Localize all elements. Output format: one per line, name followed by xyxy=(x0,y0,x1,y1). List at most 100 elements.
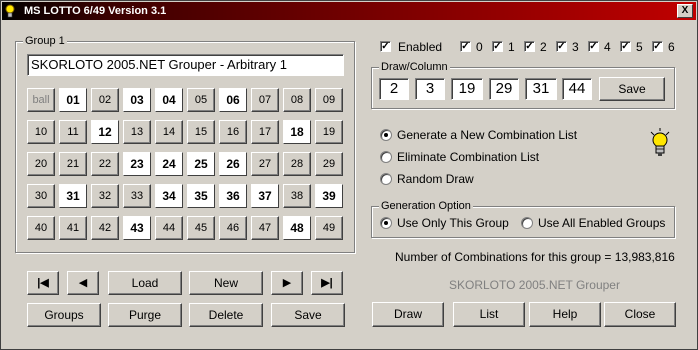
digit-checkbox-1[interactable]: ✓ xyxy=(492,41,503,52)
number-cell-17[interactable]: 17 xyxy=(251,120,279,144)
number-cell-11[interactable]: 11 xyxy=(59,120,87,144)
mode-radio[interactable] xyxy=(380,129,392,141)
list-button[interactable]: List xyxy=(453,302,525,327)
groups-button[interactable]: Groups xyxy=(27,303,101,327)
enabled-checkbox[interactable]: ✓ xyxy=(380,41,391,52)
draw-save-button[interactable]: Save xyxy=(599,77,665,101)
number-cell-26[interactable]: 26 xyxy=(219,152,247,176)
number-cell-34[interactable]: 34 xyxy=(155,184,183,208)
number-cell-07[interactable]: 07 xyxy=(251,88,279,112)
number-cell-28[interactable]: 28 xyxy=(283,152,311,176)
last-group-button[interactable]: ▶| xyxy=(311,271,343,295)
number-cell-32[interactable]: 32 xyxy=(91,184,119,208)
group-legend: Group 1 xyxy=(23,35,67,47)
number-cell-14[interactable]: 14 xyxy=(155,120,183,144)
digit-checkbox-2[interactable]: ✓ xyxy=(524,41,535,52)
number-cell-42[interactable]: 42 xyxy=(91,216,119,240)
number-cell-19[interactable]: 19 xyxy=(315,120,343,144)
generation-radio[interactable] xyxy=(380,217,392,229)
generation-radio-label: Use Only This Group xyxy=(397,216,509,230)
draw-number-field[interactable]: 2 xyxy=(379,78,409,100)
digit-checkbox-5[interactable]: ✓ xyxy=(620,41,631,52)
draw-button[interactable]: Draw xyxy=(372,302,444,327)
prev-group-button[interactable]: ◀ xyxy=(67,271,99,295)
number-cell-31[interactable]: 31 xyxy=(59,184,87,208)
first-group-button[interactable]: |◀ xyxy=(27,271,59,295)
number-cell-47[interactable]: 47 xyxy=(251,216,279,240)
digit-checkbox-label: 1 xyxy=(508,40,515,54)
number-cell-13[interactable]: 13 xyxy=(123,120,151,144)
delete-button[interactable]: Delete xyxy=(189,303,263,327)
load-button[interactable]: Load xyxy=(108,271,182,295)
number-cell-23[interactable]: 23 xyxy=(123,152,151,176)
number-cell-43[interactable]: 43 xyxy=(123,216,151,240)
draw-number-field[interactable]: 31 xyxy=(525,78,557,100)
number-cell-40[interactable]: 40 xyxy=(27,216,55,240)
close-button[interactable]: Close xyxy=(604,302,676,327)
number-cell-37[interactable]: 37 xyxy=(251,184,279,208)
number-cell-48[interactable]: 48 xyxy=(283,216,311,240)
number-cell-06[interactable]: 06 xyxy=(219,88,247,112)
new-button[interactable]: New xyxy=(189,271,263,295)
number-cell-20[interactable]: 20 xyxy=(27,152,55,176)
next-group-button[interactable]: ▶ xyxy=(271,271,303,295)
number-cell-39[interactable]: 39 xyxy=(315,184,343,208)
digit-checkbox-label: 3 xyxy=(572,40,579,54)
number-cell-12[interactable]: 12 xyxy=(91,120,119,144)
number-cell-44[interactable]: 44 xyxy=(155,216,183,240)
number-cell-25[interactable]: 25 xyxy=(187,152,215,176)
mode-radio-label: Random Draw xyxy=(397,172,474,186)
number-cell-01[interactable]: 01 xyxy=(59,88,87,112)
help-button[interactable]: Help xyxy=(529,302,601,327)
generation-radio[interactable] xyxy=(521,217,533,229)
number-cell-35[interactable]: 35 xyxy=(187,184,215,208)
number-cell-02[interactable]: 02 xyxy=(91,88,119,112)
title-bar[interactable]: MS LOTTO 6/49 Version 3.1 X xyxy=(2,2,696,20)
number-cell-18[interactable]: 18 xyxy=(283,120,311,144)
ball-toggle[interactable]: ball xyxy=(27,88,55,112)
save-group-button[interactable]: Save xyxy=(271,303,345,327)
group-name-field[interactable]: SKORLOTO 2005.NET Grouper - Arbitrary 1 xyxy=(27,54,344,76)
generation-option-legend: Generation Option xyxy=(379,200,473,212)
number-cell-41[interactable]: 41 xyxy=(59,216,87,240)
combination-count: Number of Combinations for this group = … xyxy=(395,250,675,264)
draw-number-field[interactable]: 19 xyxy=(451,78,483,100)
number-cell-24[interactable]: 24 xyxy=(155,152,183,176)
number-cell-29[interactable]: 29 xyxy=(315,152,343,176)
mode-radio[interactable] xyxy=(380,151,392,163)
number-cell-05[interactable]: 05 xyxy=(187,88,215,112)
number-cell-49[interactable]: 49 xyxy=(315,216,343,240)
digit-checkbox-0[interactable]: ✓ xyxy=(460,41,471,52)
draw-number-field[interactable]: 3 xyxy=(415,78,445,100)
mode-radio[interactable] xyxy=(380,173,392,185)
digit-checkbox-label: 5 xyxy=(636,40,643,54)
number-cell-45[interactable]: 45 xyxy=(187,216,215,240)
number-cell-10[interactable]: 10 xyxy=(27,120,55,144)
number-cell-09[interactable]: 09 xyxy=(315,88,343,112)
number-cell-21[interactable]: 21 xyxy=(59,152,87,176)
number-cell-04[interactable]: 04 xyxy=(155,88,183,112)
number-cell-30[interactable]: 30 xyxy=(27,184,55,208)
draw-number-field[interactable]: 29 xyxy=(489,78,519,100)
number-cell-33[interactable]: 33 xyxy=(123,184,151,208)
digit-checkbox-4[interactable]: ✓ xyxy=(588,41,599,52)
number-cell-46[interactable]: 46 xyxy=(219,216,247,240)
mode-radio-label: Eliminate Combination List xyxy=(397,150,540,164)
number-cell-03[interactable]: 03 xyxy=(123,88,151,112)
close-window-button[interactable]: X xyxy=(677,4,693,18)
digit-checkbox-6[interactable]: ✓ xyxy=(652,41,663,52)
draw-column-legend: Draw/Column xyxy=(379,61,450,73)
lightbulb-icon xyxy=(649,128,671,158)
digit-checkbox-3[interactable]: ✓ xyxy=(556,41,567,52)
number-cell-36[interactable]: 36 xyxy=(219,184,247,208)
draw-number-field[interactable]: 44 xyxy=(562,78,592,100)
number-cell-08[interactable]: 08 xyxy=(283,88,311,112)
number-cell-22[interactable]: 22 xyxy=(91,152,119,176)
number-cell-15[interactable]: 15 xyxy=(187,120,215,144)
digit-checkbox-label: 4 xyxy=(604,40,611,54)
number-cell-38[interactable]: 38 xyxy=(283,184,311,208)
generation-radio-label: Use All Enabled Groups xyxy=(538,216,666,230)
number-cell-27[interactable]: 27 xyxy=(251,152,279,176)
purge-button[interactable]: Purge xyxy=(108,303,182,327)
number-cell-16[interactable]: 16 xyxy=(219,120,247,144)
